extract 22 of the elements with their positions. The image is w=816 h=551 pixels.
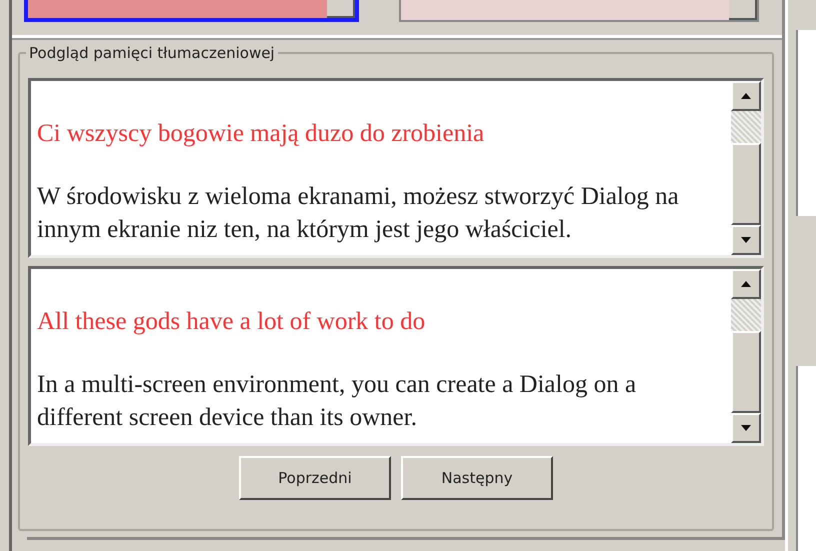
- scroll-down-button[interactable]: [731, 225, 761, 255]
- scroll-down-button[interactable]: [731, 413, 761, 443]
- body-text: W środowisku z wieloma ekranami, możesz stworzyć Dialog na innym ekranie niz ten, na którym jest jego właściciel.: [37, 182, 680, 245]
- scrollbar[interactable]: [731, 81, 761, 255]
- highlighted-text: Ci wszyscy bogowie mają duzo do zrobienia: [37, 119, 486, 149]
- scroll-thumb[interactable]: [731, 143, 761, 225]
- down-arrow-icon: [741, 237, 751, 243]
- text-field[interactable]: [24, 0, 359, 22]
- nav-button[interactable]: Poprzedni: [239, 456, 391, 500]
- scrollbar[interactable]: [731, 269, 761, 443]
- down-arrow-icon: [741, 425, 751, 431]
- scroll-up-button[interactable]: [731, 269, 761, 299]
- field-button[interactable]: [327, 0, 355, 18]
- field-button[interactable]: [729, 0, 757, 20]
- scroll-up-button[interactable]: [731, 81, 761, 111]
- text-field[interactable]: [399, 0, 759, 22]
- nav-button[interactable]: Następny: [401, 456, 553, 500]
- scroll-thumb[interactable]: [731, 331, 761, 413]
- body-text: In a multi-screen environment, you can create a Dialog on a different screen device than its owner.: [37, 370, 638, 433]
- highlighted-text: All these gods have a lot of work to do: [37, 307, 426, 337]
- up-arrow-icon: [741, 93, 751, 99]
- up-arrow-icon: [741, 281, 751, 287]
